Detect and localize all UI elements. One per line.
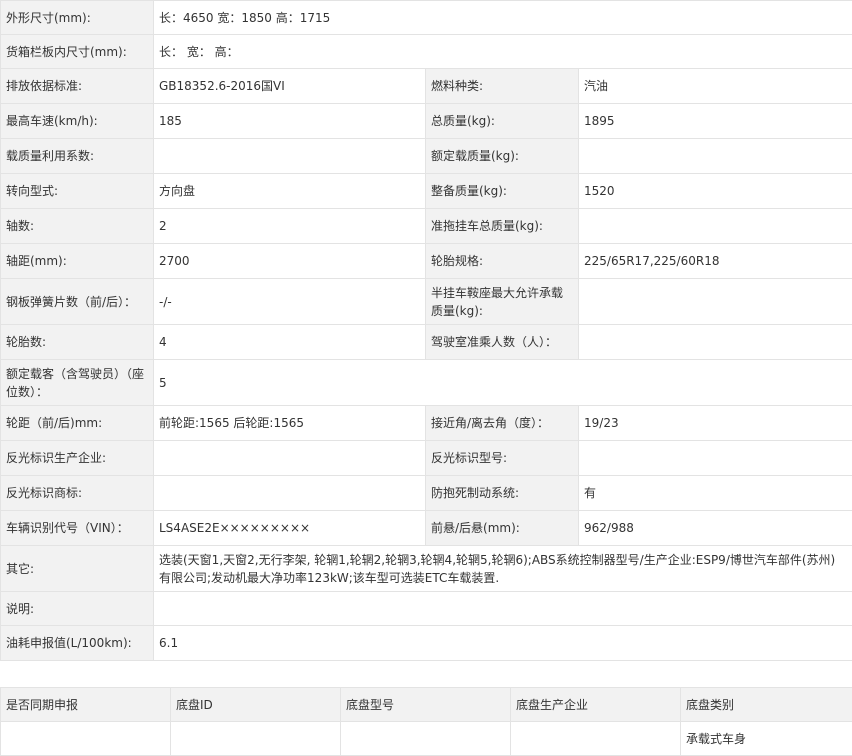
abs-value: 有: [579, 476, 852, 511]
fuel-consumption-label: 油耗申报值(L/100km):: [1, 626, 154, 661]
spec-row-fuel-consumption: 油耗申报值(L/100km): 6.1: [1, 626, 852, 661]
spec-row-emission: 排放依据标准: GB18352.6-2016国VI 燃料种类: 汽油: [1, 69, 852, 104]
reflector-maker-value: [154, 441, 426, 476]
rated-passengers-value: 5: [154, 360, 852, 406]
load-util-value: [154, 139, 426, 174]
chassis-header-cell: 底盘型号: [341, 688, 511, 722]
max-speed-value: 185: [154, 104, 426, 139]
trailer-mass-value: [579, 209, 852, 244]
vin-label: 车辆识别代号（VIN）：: [1, 511, 154, 546]
chassis-header-row: 是否同期申报 底盘ID 底盘型号 底盘生产企业 底盘类别: [1, 688, 852, 722]
reflector-maker-label: 反光标识生产企业:: [1, 441, 154, 476]
other-label: 其它:: [1, 546, 154, 592]
dimensions-value: 长：4650 宽：1850 高：1715: [154, 1, 852, 35]
spec-row-passengers: 额定载客（含驾驶员）（座位数）： 5: [1, 360, 852, 406]
max-speed-label: 最高车速(km/h):: [1, 104, 154, 139]
cab-passengers-value: [579, 325, 852, 360]
overhang-value: 962/988: [579, 511, 852, 546]
spec-row-notes: 说明:: [1, 592, 852, 626]
emission-value: GB18352.6-2016国VI: [154, 69, 426, 104]
reflector-model-value: [579, 441, 852, 476]
tire-count-label: 轮胎数:: [1, 325, 154, 360]
angles-value: 19/23: [579, 406, 852, 441]
spec-row-load: 载质量利用系数: 额定载质量(kg):: [1, 139, 852, 174]
spec-row-brand: 反光标识商标: 防抱死制动系统: 有: [1, 476, 852, 511]
steering-value: 方向盘: [154, 174, 426, 209]
spec-row-tires: 轮胎数: 4 驾驶室准乘人数（人）：: [1, 325, 852, 360]
track-label: 轮距（前/后)mm:: [1, 406, 154, 441]
wheelbase-value: 2700: [154, 244, 426, 279]
chassis-header-cell: 底盘ID: [171, 688, 341, 722]
other-value: 选装(天窗1,天窗2,无行李架, 轮辋1,轮辋2,轮辋3,轮辋4,轮辋5,轮辋6…: [154, 546, 852, 592]
rated-load-label: 额定载质量(kg):: [426, 139, 579, 174]
spec-row-vin: 车辆识别代号（VIN）： LS4ASE2E××××××××× 前悬/后悬(mm)…: [1, 511, 852, 546]
rated-passengers-label: 额定载客（含驾驶员）（座位数）：: [1, 360, 154, 406]
axles-label: 轴数:: [1, 209, 154, 244]
fuel-type-value: 汽油: [579, 69, 852, 104]
vehicle-spec-table: 外形尺寸(mm): 长：4650 宽：1850 高：1715 货箱栏板内尺寸(m…: [0, 0, 852, 661]
tire-spec-label: 轮胎规格:: [426, 244, 579, 279]
abs-label: 防抱死制动系统:: [426, 476, 579, 511]
cab-passengers-label: 驾驶室准乘人数（人）：: [426, 325, 579, 360]
spec-row-steering: 转向型式: 方向盘 整备质量(kg): 1520: [1, 174, 852, 209]
overhang-label: 前悬/后悬(mm):: [426, 511, 579, 546]
cargo-box-label: 货箱栏板内尺寸(mm):: [1, 35, 154, 69]
emission-label: 排放依据标准:: [1, 69, 154, 104]
reflector-model-label: 反光标识型号:: [426, 441, 579, 476]
fifth-wheel-value: [579, 279, 852, 325]
load-util-label: 载质量利用系数:: [1, 139, 154, 174]
vin-value: LS4ASE2E×××××××××: [154, 511, 426, 546]
dimensions-label: 外形尺寸(mm):: [1, 1, 154, 35]
fuel-consumption-value: 6.1: [154, 626, 852, 661]
spec-row-axles: 轴数: 2 准拖挂车总质量(kg):: [1, 209, 852, 244]
spec-row-reflector: 反光标识生产企业: 反光标识型号:: [1, 441, 852, 476]
chassis-header-cell: 底盘生产企业: [511, 688, 681, 722]
wheelbase-label: 轴距(mm):: [1, 244, 154, 279]
total-mass-value: 1895: [579, 104, 852, 139]
spec-row-track: 轮距（前/后)mm: 前轮距:1565 后轮距:1565 接近角/离去角（度）：…: [1, 406, 852, 441]
notes-value: [154, 592, 852, 626]
curb-mass-label: 整备质量(kg):: [426, 174, 579, 209]
fifth-wheel-label: 半挂车鞍座最大允许承载质量(kg):: [426, 279, 579, 325]
spec-row-springs: 钢板弹簧片数（前/后）： -/- 半挂车鞍座最大允许承载质量(kg):: [1, 279, 852, 325]
spec-row-wheelbase: 轴距(mm): 2700 轮胎规格: 225/65R17,225/60R18: [1, 244, 852, 279]
chassis-header-cell: 是否同期申报: [1, 688, 171, 722]
leaf-springs-label: 钢板弹簧片数（前/后）：: [1, 279, 154, 325]
curb-mass-value: 1520: [579, 174, 852, 209]
trailer-mass-label: 准拖挂车总质量(kg):: [426, 209, 579, 244]
chassis-header-cell: 底盘类别: [681, 688, 852, 722]
reflector-brand-value: [154, 476, 426, 511]
axles-value: 2: [154, 209, 426, 244]
tire-count-value: 4: [154, 325, 426, 360]
angles-label: 接近角/离去角（度）：: [426, 406, 579, 441]
chassis-table: 是否同期申报 底盘ID 底盘型号 底盘生产企业 底盘类别 承载式车身: [0, 687, 852, 756]
reflector-brand-label: 反光标识商标:: [1, 476, 154, 511]
fuel-type-label: 燃料种类:: [426, 69, 579, 104]
steering-label: 转向型式:: [1, 174, 154, 209]
rated-load-value: [579, 139, 852, 174]
tire-spec-value: 225/65R17,225/60R18: [579, 244, 852, 279]
cargo-box-value: 长： 宽： 高：: [154, 35, 852, 69]
total-mass-label: 总质量(kg):: [426, 104, 579, 139]
spec-row-dimensions: 外形尺寸(mm): 长：4650 宽：1850 高：1715: [1, 1, 852, 35]
spec-row-cargo-box: 货箱栏板内尺寸(mm): 长： 宽： 高：: [1, 35, 852, 69]
spec-row-other: 其它: 选装(天窗1,天窗2,无行李架, 轮辋1,轮辋2,轮辋3,轮辋4,轮辋5…: [1, 546, 852, 592]
spec-row-speed: 最高车速(km/h): 185 总质量(kg): 1895: [1, 104, 852, 139]
notes-label: 说明:: [1, 592, 154, 626]
leaf-springs-value: -/-: [154, 279, 426, 325]
track-value: 前轮距:1565 后轮距:1565: [154, 406, 426, 441]
